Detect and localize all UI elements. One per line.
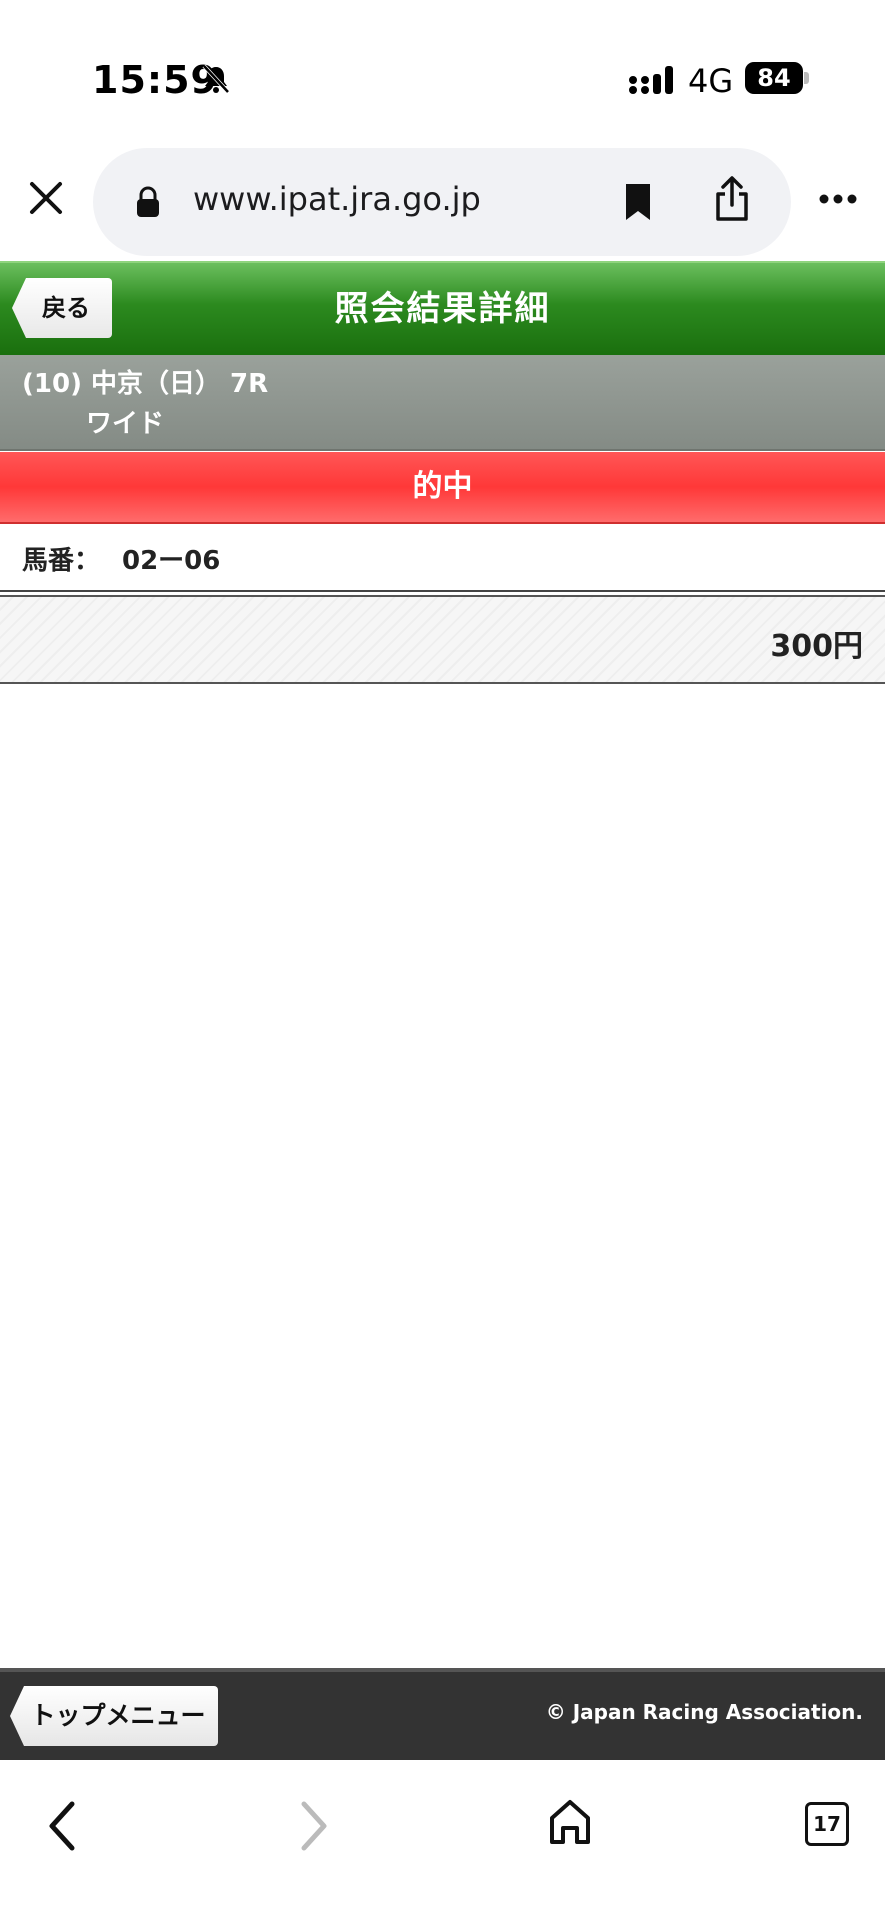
battery-tip <box>804 72 809 84</box>
page-footer: トップメニュー © Japan Racing Association. <box>0 1668 885 1760</box>
bet-type: ワイド <box>86 409 165 439</box>
page-title: 照会結果詳細 <box>334 289 551 329</box>
race-info: (10) 中京（日） 7R ワイド <box>0 355 885 451</box>
network-label: 4G <box>688 62 734 100</box>
share-icon[interactable] <box>713 176 751 222</box>
tabs-button[interactable]: 17 <box>805 1802 849 1846</box>
signal-icon <box>629 66 673 94</box>
url-text: www.ipat.jra.go.jp <box>193 180 481 218</box>
horse-number-row: 馬番： 02ー06 <box>0 524 885 592</box>
close-icon[interactable] <box>26 178 66 218</box>
result-status-banner: 的中 <box>0 452 885 524</box>
back-button[interactable]: 戻る <box>12 278 112 338</box>
horse-number-value: 02ー06 <box>122 546 221 576</box>
bet-amount: 300円 <box>770 629 863 664</box>
chevron-left-icon[interactable] <box>44 1800 80 1852</box>
copyright-text: © Japan Racing Association. <box>545 1700 863 1724</box>
lock-icon <box>137 186 159 217</box>
page-header: 照会結果詳細 戻る <box>0 261 885 355</box>
browser-bar: www.ipat.jra.go.jp <box>0 148 885 260</box>
chevron-right-icon[interactable] <box>296 1800 332 1852</box>
top-menu-button[interactable]: トップメニュー <box>10 1686 218 1746</box>
bell-muted-icon <box>202 64 230 94</box>
battery-level: 84 <box>745 62 803 94</box>
race-title: (10) 中京（日） 7R <box>22 369 269 399</box>
bookmark-icon[interactable] <box>623 182 653 222</box>
status-bar: 15:59 4G 84 <box>0 0 885 150</box>
browser-bottom-nav: 17 <box>0 1760 885 1920</box>
address-bar[interactable]: www.ipat.jra.go.jp <box>93 148 791 256</box>
home-icon[interactable] <box>548 1798 592 1846</box>
amount-row: 300円 <box>0 595 885 684</box>
horse-number-label: 馬番： <box>22 546 101 576</box>
more-icon[interactable] <box>818 192 858 206</box>
